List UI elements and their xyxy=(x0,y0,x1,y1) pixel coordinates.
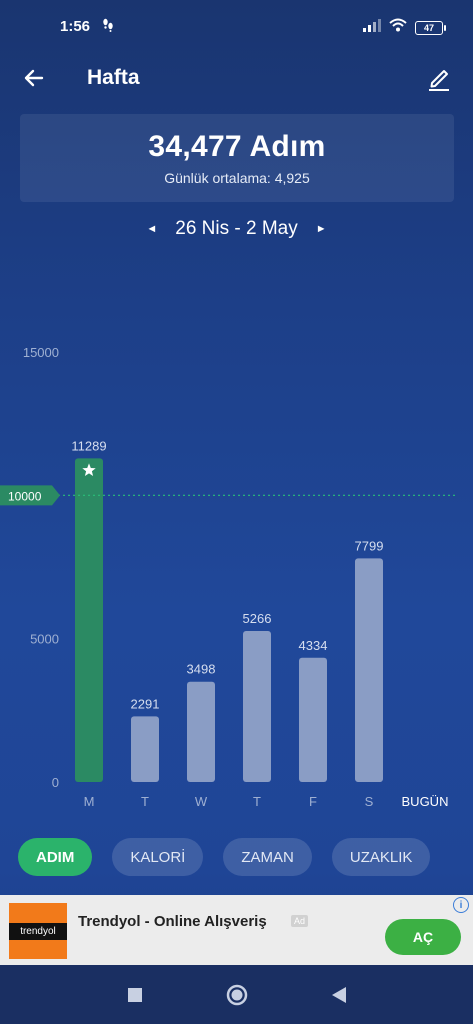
bar xyxy=(75,458,103,782)
status-bar: 1:56 47 xyxy=(0,0,473,54)
recents-square-icon[interactable] xyxy=(123,983,147,1007)
bar xyxy=(355,558,383,782)
bar xyxy=(187,681,215,782)
x-tick-label: T xyxy=(253,794,261,809)
tab-distance[interactable]: UZAKLIK xyxy=(331,838,431,876)
ad-info-icon[interactable]: i xyxy=(453,897,469,913)
tab-label: ADIM xyxy=(36,848,75,866)
x-tick-label: W xyxy=(195,794,208,809)
daily-average-value: 4,925 xyxy=(274,170,310,186)
date-range: 26 Nis - 2 May xyxy=(175,218,298,239)
tab-calories[interactable]: KALORİ xyxy=(112,838,204,876)
ad-logo-text: trendyol xyxy=(9,922,67,940)
daily-average: Günlük ortalama: 4,925 xyxy=(20,170,454,186)
daily-average-label: Günlük ortalama: xyxy=(164,170,271,186)
y-tick-label: 0 xyxy=(52,775,59,790)
x-tick-label: F xyxy=(309,794,317,809)
bar-value-label: 2291 xyxy=(131,696,160,711)
tab-label: ZAMAN xyxy=(241,848,294,866)
ad-logo[interactable]: trendyol xyxy=(9,903,67,959)
weekly-total-steps: 34,477 Adım xyxy=(148,130,326,163)
x-tick-label: S xyxy=(365,794,374,809)
metric-tabs: ADIM KALORİ ZAMAN UZAKLIK xyxy=(18,838,431,876)
back-triangle-icon[interactable] xyxy=(327,983,351,1007)
x-tick-label: T xyxy=(141,794,149,809)
tab-label: UZAKLIK xyxy=(349,848,413,866)
bar-value-label: 11289 xyxy=(71,438,106,453)
page-title: Hafta xyxy=(87,66,140,89)
bar xyxy=(299,657,327,782)
bar-value-label: 5266 xyxy=(243,611,272,626)
ad-banner[interactable]: trendyol Trendyol - Online Alışveriş Ad … xyxy=(0,895,473,965)
back-arrow-icon[interactable] xyxy=(18,62,50,94)
bar-value-label: 7799 xyxy=(355,538,384,553)
bar-value-label: 4334 xyxy=(299,638,328,653)
y-tick-label: 5000 xyxy=(30,632,59,647)
wifi-icon xyxy=(389,18,407,37)
bar xyxy=(131,716,159,782)
weekly-steps-chart: 0 5000 15000 11289 M 2291 T 3498 W 5266 T 4334 F 7799… xyxy=(0,345,455,809)
prev-week-button[interactable]: ◄ xyxy=(146,223,157,235)
tab-label: KALORİ xyxy=(130,848,186,866)
goal-label: 10000 xyxy=(8,489,42,503)
y-tick-label: 15000 xyxy=(23,345,59,360)
footsteps-icon xyxy=(102,18,114,35)
tab-time[interactable]: ZAMAN xyxy=(223,838,312,876)
date-navigator: ◄ 26 Nis - 2 May ► xyxy=(0,212,473,246)
bar xyxy=(243,631,271,782)
status-icons: 47 xyxy=(363,18,446,37)
tab-steps[interactable]: ADIM xyxy=(18,838,93,876)
today-label: BUGÜN xyxy=(402,794,449,809)
signal-icon xyxy=(363,18,381,37)
ad-title[interactable]: Trendyol - Online Alışveriş xyxy=(78,913,267,930)
edit-pencil-icon[interactable] xyxy=(423,62,455,94)
bar-value-label: 3498 xyxy=(187,662,216,677)
summary-card: 34,477 Adım Günlük ortalama: 4,925 xyxy=(20,114,454,202)
x-tick-label: M xyxy=(84,794,95,809)
status-time: 1:56 xyxy=(60,18,91,35)
next-week-button[interactable]: ► xyxy=(316,223,327,235)
battery-level: 47 xyxy=(423,22,434,33)
ad-badge: Ad xyxy=(291,915,309,927)
battery-icon: 47 xyxy=(415,20,446,35)
home-circle-icon[interactable] xyxy=(225,983,249,1007)
ad-open-button[interactable]: AÇ xyxy=(385,919,461,955)
app-bar: Hafta xyxy=(0,54,473,104)
system-nav-bar xyxy=(0,965,473,1024)
